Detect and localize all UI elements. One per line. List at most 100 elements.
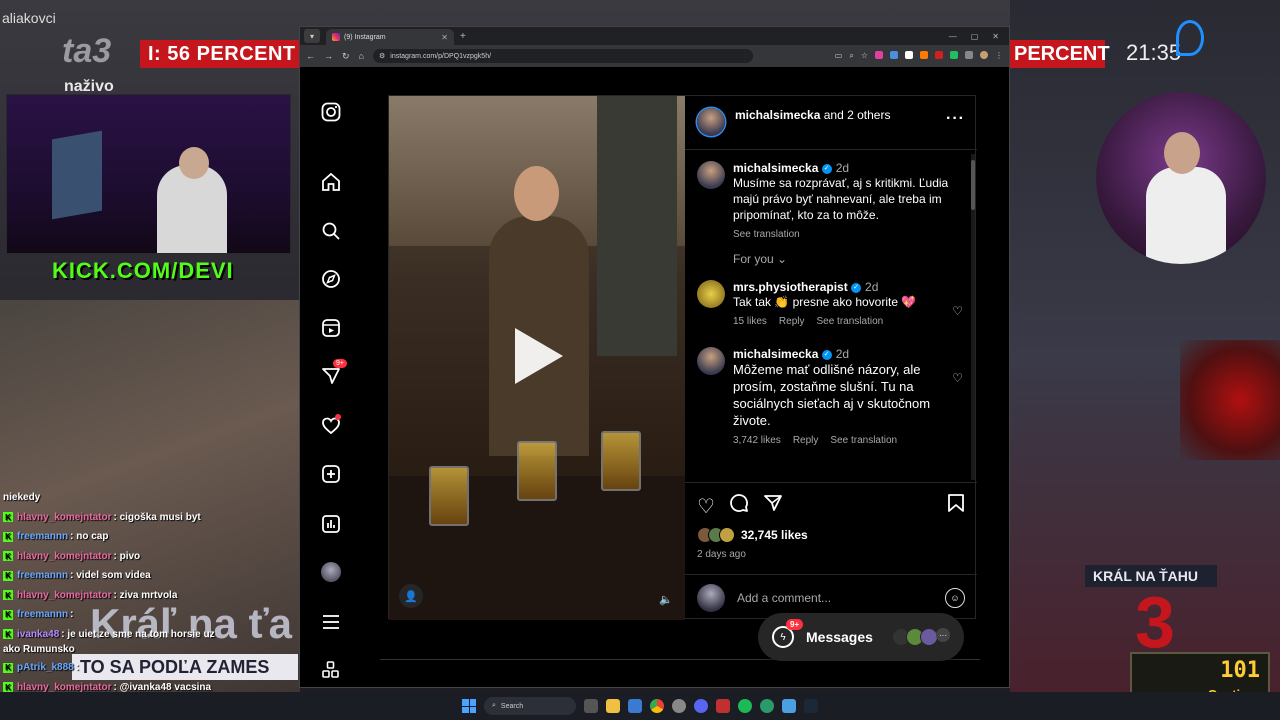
chat-username[interactable]: freemannn (17, 609, 68, 620)
windows-start-icon[interactable] (462, 699, 476, 713)
messages-button[interactable]: ϟ 9+ Messages ··· (758, 613, 964, 661)
search-icon[interactable] (320, 220, 342, 242)
chat-username[interactable]: hlavny_komejntator (17, 590, 111, 601)
more-options-icon[interactable]: ··· (946, 110, 965, 128)
menu-icon[interactable] (320, 611, 342, 633)
chat-username[interactable]: niekedy (3, 492, 40, 503)
instagram-icon[interactable] (320, 101, 342, 123)
comment-likes[interactable]: 15 likes (733, 316, 767, 327)
back-icon[interactable]: ← (306, 51, 315, 61)
like-heart-icon[interactable]: ♡ (697, 494, 715, 519)
mute-icon[interactable]: 🔈 (659, 593, 673, 606)
close-tab-icon[interactable]: ✕ (441, 33, 448, 42)
comments-scrollbar[interactable] (971, 154, 975, 480)
browser-menu-icon[interactable]: ⋮ (995, 51, 1003, 61)
home-icon[interactable]: ⌂ (359, 51, 364, 61)
extension-icon[interactable] (905, 51, 913, 59)
beer-glass (429, 466, 469, 526)
dashboard-icon[interactable] (320, 513, 342, 535)
like-comment-heart-icon[interactable]: ♡ (952, 304, 963, 318)
comment-icon[interactable] (729, 493, 749, 519)
comment-username[interactable]: michalsimecka (733, 347, 818, 361)
browser-window[interactable]: ▾ (9) Instagram ✕ + — ▢ ✕ ← → ↻ ⌂ ⚙ inst… (299, 26, 1010, 688)
play-button-icon[interactable] (515, 328, 563, 384)
stream-scene: aliakovci ta3 naživo Ι: 56 PERCENT PERCE… (0, 0, 1280, 720)
chat-username[interactable]: hlavny_komejntator (17, 551, 111, 562)
see-translation-link[interactable]: See translation (816, 316, 883, 327)
chat-username[interactable]: freemannn (17, 531, 68, 542)
see-translation-link[interactable]: See translation (830, 435, 897, 446)
commenter-avatar[interactable] (697, 280, 725, 308)
explore-icon[interactable] (320, 268, 342, 290)
chat-username[interactable]: freemannn (17, 570, 68, 581)
comment-sort-dropdown[interactable]: For you ⌄ (733, 252, 965, 266)
see-translation-link[interactable]: See translation (733, 229, 800, 240)
caption-username[interactable]: michalsimecka (733, 161, 818, 175)
comment-likes[interactable]: 3,742 likes (733, 435, 781, 446)
post-authors[interactable]: michalsimecka and 2 others (735, 108, 946, 122)
likes-summary[interactable]: 32,745 likes (697, 527, 965, 543)
more-icon[interactable] (320, 659, 342, 681)
reply-link[interactable]: Reply (779, 316, 805, 327)
zoom-icon[interactable]: ⌕ (849, 51, 853, 61)
broadcast-clock: 21:35 (1126, 40, 1182, 65)
home-icon[interactable] (320, 171, 342, 193)
extension-icon[interactable] (950, 51, 958, 59)
reels-icon[interactable] (320, 317, 342, 339)
add-comment-input[interactable]: Add a comment... (737, 591, 945, 605)
extensions-puzzle-icon[interactable] (965, 51, 973, 59)
author-avatar[interactable] (697, 161, 725, 189)
site-info-icon[interactable]: ⚙ (379, 52, 385, 60)
likes-count[interactable]: 32,745 likes (741, 528, 808, 542)
coauthors[interactable]: and 2 others (824, 108, 891, 122)
settings-gear-icon[interactable] (672, 699, 686, 713)
app-icon[interactable] (760, 699, 774, 713)
bookmark-star-icon[interactable]: ☆ (861, 51, 868, 61)
maximize-icon[interactable]: ▢ (971, 32, 979, 41)
chat-username[interactable]: pAtrik_k888 (17, 662, 74, 673)
minimize-icon[interactable]: — (949, 32, 957, 41)
chat-message: Khlavny_komejntator: ziva mrtvola (0, 586, 300, 606)
emoji-icon[interactable]: ☺ (945, 587, 965, 608)
like-comment-heart-icon[interactable]: ♡ (952, 371, 963, 385)
address-bar[interactable]: ⚙ instagram.com/p/DPQ1vzpgk5h/ (372, 49, 753, 63)
messages-icon[interactable]: 9+ (320, 359, 347, 387)
discord-icon[interactable] (694, 699, 708, 713)
post-video[interactable]: 👤 🔈 (389, 96, 685, 620)
reply-link[interactable]: Reply (793, 435, 819, 446)
extension-icon[interactable] (935, 51, 943, 59)
create-icon[interactable] (320, 463, 342, 485)
save-bookmark-icon[interactable] (947, 493, 965, 519)
close-window-icon[interactable]: ✕ (992, 32, 999, 41)
tab-search-button[interactable]: ▾ (304, 29, 320, 43)
comment-username[interactable]: mrs.physiotherapist (733, 280, 848, 294)
profile-avatar-icon[interactable] (980, 51, 988, 59)
forward-icon[interactable]: → (324, 51, 333, 61)
scrollbar-thumb[interactable] (971, 160, 975, 210)
chat-username[interactable]: hlavny_komejntator (17, 512, 111, 523)
app-icon[interactable] (716, 699, 730, 713)
tab-instagram[interactable]: (9) Instagram ✕ (326, 29, 454, 45)
app-icon[interactable] (782, 699, 796, 713)
chat-username[interactable]: ivanka48 (17, 629, 59, 640)
chrome-icon[interactable] (650, 699, 664, 713)
taskbar-search[interactable]: ⌕ Search (484, 697, 576, 715)
spotify-icon[interactable] (738, 699, 752, 713)
profile-icon[interactable] (320, 561, 342, 583)
mail-icon[interactable] (628, 699, 642, 713)
commenter-avatar[interactable] (697, 347, 725, 375)
author-username[interactable]: michalsimecka (735, 108, 820, 122)
reload-icon[interactable]: ↻ (342, 51, 350, 62)
tagged-users-icon[interactable]: 👤 (399, 584, 423, 608)
extension-icon[interactable] (890, 51, 898, 59)
extension-icon[interactable] (920, 51, 928, 59)
file-explorer-icon[interactable] (606, 699, 620, 713)
share-icon[interactable] (763, 493, 783, 519)
notifications-icon[interactable] (320, 414, 342, 437)
steam-icon[interactable] (804, 699, 818, 713)
new-tab-button[interactable]: + (460, 31, 466, 42)
task-view-icon[interactable] (584, 699, 598, 713)
author-avatar[interactable] (697, 108, 725, 136)
extension-icon[interactable] (875, 51, 883, 59)
cast-icon[interactable]: ▭ (835, 51, 843, 61)
